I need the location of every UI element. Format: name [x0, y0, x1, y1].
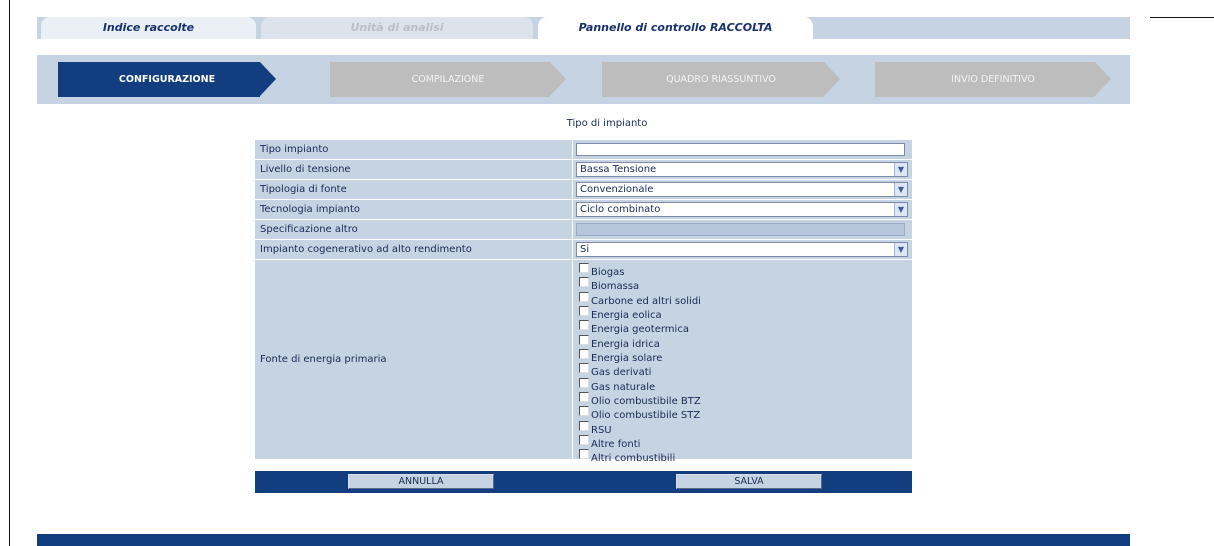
field-label: Tecnologia impianto [255, 200, 572, 219]
form-row-tipologia-fonte: Tipologia di fonte Convenzionale ▼ [255, 180, 912, 199]
step-quadro-riassuntivo: QUADRO RIASSUNTIVO [602, 62, 840, 97]
form-row-cogenerativo: Impianto cogenerativo ad alto rendimento… [255, 240, 912, 259]
step-label: CONFIGURAZIONE [118, 74, 216, 85]
checkbox-label: Olio combustibile STZ [591, 410, 701, 422]
salva-button[interactable]: SALVA [676, 474, 822, 489]
select-value: Bassa Tensione [580, 164, 657, 175]
field-label: Fonte di energia primaria [255, 260, 572, 459]
step-label: INVIO DEFINITIVO [951, 74, 1035, 85]
field-label: Tipologia di fonte [255, 180, 572, 199]
checkbox-label: Energia eolica [591, 309, 662, 321]
checkbox[interactable] [579, 420, 589, 431]
checkbox[interactable] [579, 291, 589, 302]
footer-bar [37, 534, 1130, 546]
step-label: QUADRO RIASSUNTIVO [666, 74, 776, 85]
livello-tensione-select[interactable]: Bassa Tensione ▼ [576, 162, 908, 177]
tab-pannello-controllo[interactable]: Pannello di controllo RACCOLTA [538, 17, 813, 39]
checkbox[interactable] [579, 348, 589, 359]
field-label: Livello di tensione [255, 160, 572, 179]
form-row-fonte-primaria: Fonte di energia primaria Biogas Biomassa… [255, 260, 912, 464]
checkbox-label: Energia geotermica [591, 324, 689, 336]
checkbox-label: Energia solare [591, 352, 663, 364]
tab-indice-raccolte[interactable]: Indice raccolte [41, 17, 256, 39]
field-label: Specificazione altro [255, 220, 572, 239]
checkbox[interactable] [579, 305, 589, 316]
select-value: Ciclo combinato [580, 204, 661, 215]
checkbox[interactable] [579, 391, 589, 402]
checkbox-label: Altre fonti [591, 438, 641, 450]
form-row-tipo-impianto: Tipo impianto [255, 140, 912, 159]
step-compilazione: COMPILAZIONE [330, 62, 566, 97]
step-configurazione[interactable]: CONFIGURAZIONE [58, 62, 276, 97]
section-title: Tipo di impianto [566, 118, 648, 129]
annulla-button[interactable]: ANNULLA [348, 474, 494, 489]
chevron-down-icon[interactable]: ▼ [894, 203, 907, 216]
checkbox-label: Olio combustibile BTZ [591, 395, 701, 407]
field-label: Impianto cogenerativo ad alto rendimento [255, 240, 572, 259]
checkbox[interactable] [579, 277, 589, 288]
checkbox-label: Biogas [591, 267, 625, 278]
form-row-specificazione: Specificazione altro [255, 220, 912, 239]
checkbox-label: Carbone ed altri solidi [591, 295, 701, 307]
checkbox[interactable] [579, 363, 589, 374]
checkbox-label: Altri combustibili [591, 453, 676, 465]
form-row-livello-tensione: Livello di tensione Bassa Tensione ▼ [255, 160, 912, 179]
tipo-impianto-input[interactable] [576, 143, 905, 156]
tipologia-fonte-select[interactable]: Convenzionale ▼ [576, 182, 908, 197]
chevron-down-icon[interactable]: ▼ [894, 243, 907, 256]
plant-type-form: Tipo impianto Livello di tensione Bassa … [255, 140, 912, 464]
checkbox[interactable] [579, 320, 589, 331]
checkbox[interactable] [579, 377, 589, 388]
window-border-left [9, 0, 10, 546]
tecnologia-impianto-select[interactable]: Ciclo combinato ▼ [576, 202, 908, 217]
chevron-down-icon[interactable]: ▼ [894, 183, 907, 196]
checkbox-label: Energia idrica [591, 338, 660, 350]
chevron-down-icon[interactable]: ▼ [894, 163, 907, 176]
window-border-top [1150, 17, 1214, 18]
checkbox-label: RSU [591, 424, 612, 436]
checkbox[interactable] [579, 449, 589, 460]
select-value: Convenzionale [580, 184, 654, 195]
checkbox[interactable] [579, 406, 589, 417]
select-value: Si [580, 244, 590, 255]
checkbox-label: Gas naturale [591, 381, 656, 393]
checkbox-label: Gas derivati [591, 367, 652, 379]
form-row-tecnologia: Tecnologia impianto Ciclo combinato ▼ [255, 200, 912, 219]
checkbox[interactable] [579, 434, 589, 445]
checkbox-label: Biomassa [591, 281, 640, 293]
tab-unita-di-analisi: Unità di analisi [261, 17, 533, 39]
cogenerativo-select[interactable]: Si ▼ [576, 242, 908, 257]
checkbox[interactable] [579, 334, 589, 345]
step-invio-definitivo: INVIO DEFINITIVO [875, 62, 1111, 97]
checkbox[interactable] [579, 263, 589, 273]
step-label: COMPILAZIONE [411, 74, 485, 85]
specificazione-altro-input [576, 223, 905, 236]
field-label: Tipo impianto [255, 140, 572, 159]
